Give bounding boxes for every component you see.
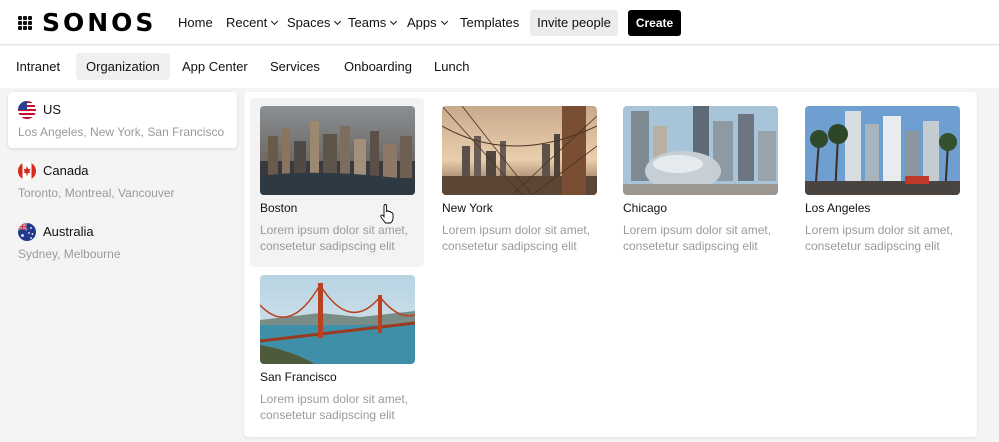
nav-home[interactable]: Home <box>178 15 213 31</box>
nav-teams-label: Teams <box>348 15 387 30</box>
nav-apps-label: Apps <box>407 15 437 30</box>
chevron-down-icon <box>334 17 342 26</box>
nav-home-label: Home <box>178 15 213 30</box>
tab-services[interactable]: Services <box>260 53 330 80</box>
tab-lunch[interactable]: Lunch <box>424 53 479 80</box>
city-description: Lorem ipsum dolor sit amet, consetetur s… <box>442 223 591 253</box>
tab-app-center[interactable]: App Center <box>172 53 258 80</box>
invite-people-button[interactable]: Invite people <box>530 10 618 36</box>
nav-spaces-label: Spaces <box>287 15 331 30</box>
nav-recent[interactable]: Recent <box>226 15 279 31</box>
nav-recent-label: Recent <box>226 15 268 30</box>
australia-flag-icon <box>18 223 36 241</box>
city-name: San Francisco <box>260 370 337 384</box>
create-button[interactable]: Create <box>628 10 681 36</box>
chevron-down-icon <box>440 17 448 26</box>
region-item-us[interactable]: US Los Angeles, New York, San Francisco <box>8 92 237 148</box>
los-angeles-street-image <box>805 106 960 195</box>
region-item-canada[interactable]: Canada Toronto, Montreal, Vancouver <box>8 153 237 209</box>
chevron-down-icon <box>271 17 279 26</box>
region-name: Australia <box>43 224 94 239</box>
golden-gate-bridge-image <box>260 275 415 364</box>
city-card-chicago[interactable]: Chicago Lorem ipsum dolor sit amet, cons… <box>613 98 787 267</box>
tab-onboarding[interactable]: Onboarding <box>334 53 422 80</box>
nav-templates-label: Templates <box>460 15 520 30</box>
region-cities: Toronto, Montreal, Vancouver <box>18 186 175 200</box>
region-name: Canada <box>43 163 89 178</box>
top-navigation-bar: SONOS Home Recent Spaces Teams Apps Temp… <box>0 0 999 45</box>
city-description: Lorem ipsum dolor sit amet, consetetur s… <box>623 223 772 253</box>
us-flag-icon <box>18 101 36 119</box>
city-grid-panel: Boston Lorem ipsum dolor sit amet, conse… <box>244 92 977 437</box>
city-card-san-francisco[interactable]: San Francisco Lorem ipsum dolor sit amet… <box>250 267 424 436</box>
section-tabs: Intranet Organization App Center Service… <box>0 46 999 88</box>
nav-teams[interactable]: Teams <box>348 15 398 31</box>
city-name: Boston <box>260 201 298 215</box>
city-name: New York <box>442 201 493 215</box>
city-card-boston[interactable]: Boston Lorem ipsum dolor sit amet, conse… <box>250 98 424 267</box>
tab-organization[interactable]: Organization <box>76 53 170 80</box>
region-item-australia[interactable]: Australia Sydney, Melbourne <box>8 214 237 270</box>
city-card-new-york[interactable]: New York Lorem ipsum dolor sit amet, con… <box>432 98 606 267</box>
boston-aerial-image <box>260 106 415 195</box>
hand-pointer-cursor-icon <box>380 204 394 224</box>
region-cities: Sydney, Melbourne <box>18 247 121 261</box>
region-cities: Los Angeles, New York, San Francisco <box>18 125 225 139</box>
chicago-bean-image <box>623 106 778 195</box>
canada-flag-icon <box>18 162 36 180</box>
city-description: Lorem ipsum dolor sit amet, consetetur s… <box>260 392 409 422</box>
sonos-logo[interactable]: SONOS <box>42 9 156 36</box>
city-name: Los Angeles <box>805 201 871 215</box>
tab-intranet[interactable]: Intranet <box>6 53 70 80</box>
city-description: Lorem ipsum dolor sit amet, consetetur s… <box>260 223 409 253</box>
nav-apps[interactable]: Apps <box>407 15 448 31</box>
city-card-los-angeles[interactable]: Los Angeles Lorem ipsum dolor sit amet, … <box>795 98 969 267</box>
chevron-down-icon <box>390 17 398 26</box>
region-name: US <box>43 102 62 117</box>
app-grid-icon[interactable] <box>18 16 32 30</box>
nav-templates[interactable]: Templates <box>460 15 519 31</box>
new-york-bridge-image <box>442 106 597 195</box>
nav-spaces[interactable]: Spaces <box>287 15 342 31</box>
city-description: Lorem ipsum dolor sit amet, consetetur s… <box>805 223 954 253</box>
city-name: Chicago <box>623 201 668 215</box>
